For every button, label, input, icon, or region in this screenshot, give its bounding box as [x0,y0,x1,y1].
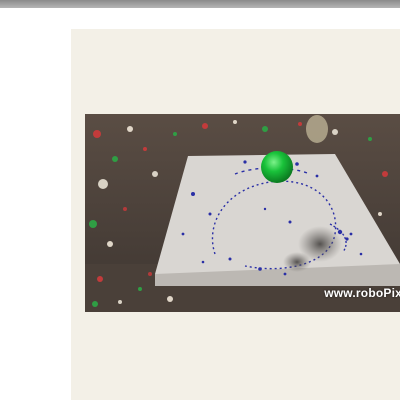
video-watermark: www.roboPix [324,286,400,300]
green-ball [261,151,293,183]
top-edge-strip [0,0,400,8]
robot-body [306,115,328,143]
video-thumbnail[interactable]: www.roboPix [85,114,400,312]
painting-robot-scene [85,114,400,312]
robot-shadow-trail [283,252,311,272]
